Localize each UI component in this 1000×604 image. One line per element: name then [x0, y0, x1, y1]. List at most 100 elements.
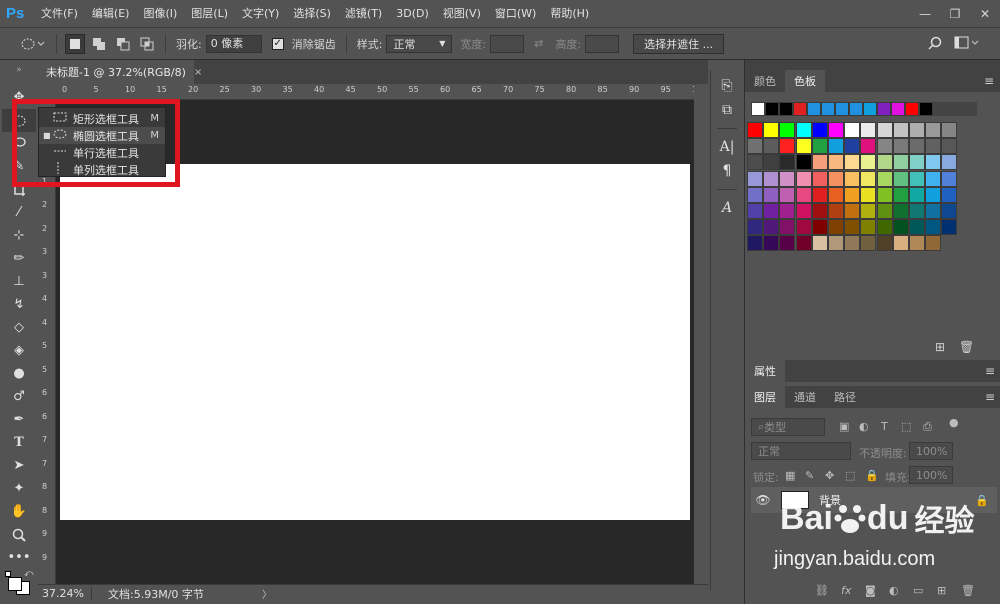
history-brush-tool-icon[interactable]: ↯ — [2, 293, 36, 316]
color-swatch[interactable] — [747, 154, 763, 171]
color-swatch[interactable] — [909, 154, 925, 171]
height-input[interactable] — [585, 34, 620, 53]
new-selection-icon[interactable] — [65, 33, 85, 54]
color-swatches[interactable]: ⤺ — [2, 569, 36, 599]
color-swatch[interactable] — [876, 170, 893, 187]
color-swatch[interactable] — [828, 170, 844, 187]
color-swatch[interactable] — [892, 170, 909, 187]
pen-tool-icon[interactable]: ✒ — [2, 408, 36, 431]
blend-mode-select[interactable]: 正常 — [751, 442, 851, 460]
filter-smart-object-icon[interactable]: ⎙ — [923, 420, 932, 434]
tab-channels[interactable]: 通道 — [785, 386, 825, 408]
color-swatch[interactable] — [909, 170, 925, 187]
color-swatch[interactable] — [909, 203, 925, 219]
color-swatch[interactable] — [925, 186, 942, 203]
color-swatch[interactable] — [844, 170, 861, 187]
color-swatch[interactable] — [779, 235, 796, 252]
tab-layers[interactable]: 图层 — [745, 386, 785, 408]
panel-menu-icon[interactable]: ≡ — [985, 390, 995, 404]
color-swatch[interactable] — [925, 122, 942, 138]
tab-swatches[interactable]: 色板 — [785, 70, 825, 92]
color-swatch[interactable] — [828, 186, 844, 203]
lock-position-icon[interactable]: ✥ — [825, 469, 834, 482]
search-icon[interactable] — [928, 36, 942, 53]
color-swatch[interactable] — [909, 122, 925, 138]
color-swatch[interactable] — [876, 122, 893, 138]
fill-input[interactable]: 100% — [909, 466, 953, 484]
color-swatch[interactable] — [747, 203, 763, 219]
color-swatch[interactable] — [763, 235, 780, 252]
color-swatch[interactable] — [747, 138, 763, 155]
color-swatch[interactable] — [795, 170, 812, 187]
color-swatch[interactable] — [811, 186, 828, 203]
color-swatch[interactable] — [811, 219, 828, 236]
color-swatch[interactable] — [795, 186, 812, 203]
color-swatch[interactable] — [876, 219, 893, 236]
swap-icon[interactable]: ⇄ — [534, 37, 543, 50]
recent-swatch[interactable] — [891, 102, 905, 116]
menu-3d[interactable]: 3D(D) — [389, 0, 436, 28]
recent-swatch[interactable] — [793, 102, 807, 116]
color-swatch[interactable] — [763, 219, 780, 236]
color-swatch[interactable] — [795, 138, 812, 155]
color-swatch[interactable] — [892, 203, 909, 219]
color-swatch[interactable] — [779, 138, 796, 155]
color-swatch[interactable] — [795, 122, 812, 138]
color-swatch[interactable] — [779, 170, 796, 187]
color-swatch[interactable] — [844, 154, 861, 171]
color-swatch[interactable] — [892, 154, 909, 171]
panel-menu-icon[interactable]: ≡ — [985, 364, 995, 378]
color-swatch[interactable] — [876, 235, 893, 252]
color-swatch[interactable] — [892, 122, 909, 138]
color-swatch[interactable] — [828, 122, 844, 138]
color-swatch[interactable] — [860, 235, 877, 252]
recent-swatch[interactable] — [919, 102, 933, 116]
color-swatch[interactable] — [763, 203, 780, 219]
color-swatch[interactable] — [795, 219, 812, 236]
color-swatch[interactable] — [747, 122, 763, 138]
color-swatch[interactable] — [876, 203, 893, 219]
filter-pixel-icon[interactable]: ▣ — [839, 420, 849, 433]
color-swatch[interactable] — [763, 186, 780, 203]
antialias-checkbox[interactable]: ✓ — [271, 37, 284, 50]
color-swatch[interactable] — [941, 138, 958, 155]
lock-artboard-icon[interactable]: ⬚ — [845, 469, 855, 482]
eye-icon[interactable]: 👁 — [751, 493, 775, 507]
paint-bucket-tool-icon[interactable]: ◈ — [2, 339, 36, 362]
color-swatch[interactable] — [844, 138, 861, 155]
color-swatch[interactable] — [811, 170, 828, 187]
color-swatch[interactable] — [763, 138, 780, 155]
color-swatch[interactable] — [941, 186, 958, 203]
menu-select[interactable]: 选择(S) — [286, 0, 338, 28]
new-swatch-icon[interactable]: ⊞ — [935, 340, 945, 354]
type-tool-icon[interactable]: T — [2, 431, 36, 454]
eraser-tool-icon[interactable]: ◇ — [2, 316, 36, 339]
character-panel-icon[interactable]: A| — [711, 135, 743, 159]
style-select[interactable]: 正常 ▼ — [386, 34, 453, 53]
document-tab[interactable]: 未标题-1 @ 37.2%(RGB/8) × — [38, 60, 202, 84]
color-swatch[interactable] — [892, 138, 909, 155]
lock-pixels-icon[interactable]: ✎ — [805, 469, 814, 482]
color-swatch[interactable] — [941, 154, 958, 171]
color-swatch[interactable] — [795, 203, 812, 219]
color-swatch[interactable] — [763, 122, 780, 138]
menu-file[interactable]: 文件(F) — [34, 0, 85, 28]
color-swatch[interactable] — [925, 154, 942, 171]
recent-swatch[interactable] — [765, 102, 779, 116]
color-swatch[interactable] — [844, 235, 861, 252]
custom-shape-tool-icon[interactable]: ✦ — [2, 477, 36, 500]
color-swatch[interactable] — [747, 219, 763, 236]
color-swatch[interactable] — [860, 219, 877, 236]
color-swatch[interactable] — [747, 235, 763, 252]
swap-colors-icon[interactable]: ⤺ — [24, 569, 34, 579]
color-swatch[interactable] — [892, 186, 909, 203]
document-canvas[interactable] — [60, 164, 690, 520]
workspace-switcher-icon[interactable] — [954, 36, 980, 53]
actions-panel-icon[interactable]: ⧉ — [711, 98, 743, 122]
select-and-mask-button[interactable]: 选择并遮住 ... — [633, 33, 725, 54]
color-swatch[interactable] — [876, 186, 893, 203]
lock-all-icon[interactable]: 🔒 — [865, 469, 879, 482]
color-swatch[interactable] — [811, 235, 828, 252]
filter-type-icon[interactable]: T — [881, 420, 888, 433]
menu-image[interactable]: 图像(I) — [136, 0, 184, 28]
